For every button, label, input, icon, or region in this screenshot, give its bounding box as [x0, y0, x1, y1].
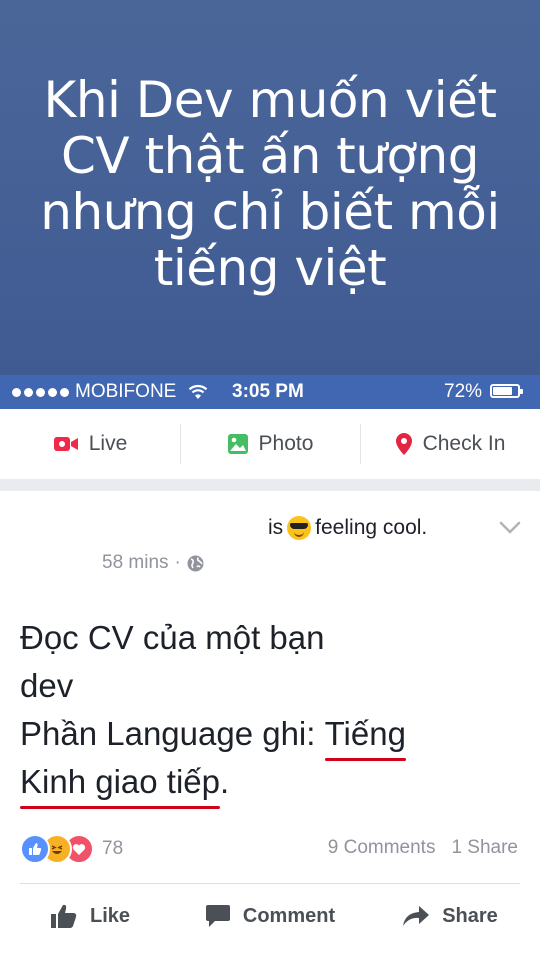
- meme-banner: Khi Dev muốn viết CV thật ấn tượng nhưng…: [0, 0, 540, 375]
- post-body-text: .: [219, 763, 230, 800]
- photo-icon: [227, 434, 248, 454]
- feeling-text: feeling cool.: [315, 516, 428, 539]
- comment-bubble-icon: [205, 905, 230, 927]
- check-in-label: Check In: [422, 432, 506, 455]
- post-action-bar: Like Comment Share: [0, 884, 540, 948]
- live-button[interactable]: Live: [0, 409, 180, 479]
- check-in-button[interactable]: Check In: [360, 409, 540, 479]
- reaction-count: 78: [102, 838, 124, 859]
- chevron-down-icon[interactable]: [499, 521, 521, 535]
- feeling-prefix: is: [268, 516, 284, 539]
- globe-icon: [187, 555, 204, 571]
- like-button[interactable]: Like: [0, 884, 180, 948]
- battery-percent: 72%: [444, 381, 483, 402]
- post-body-line: dev: [20, 667, 74, 704]
- like-reaction-icon: [20, 834, 50, 864]
- post-card: is feeling cool. 58 mins · Đọc CV của mộ…: [0, 491, 540, 960]
- shares-count-link[interactable]: 1 Share: [451, 837, 518, 859]
- photo-label: Photo: [258, 432, 314, 455]
- comment-button[interactable]: Comment: [180, 884, 360, 948]
- post-timestamp[interactable]: 58 mins: [102, 552, 169, 574]
- post-body: Đọc CV của một bạn dev Phần Language ghi…: [20, 614, 520, 809]
- post-header: is feeling cool. 58 mins ·: [0, 491, 540, 583]
- post-meta: 58 mins ·: [102, 552, 204, 574]
- carrier-name: MOBIFONE: [75, 381, 177, 402]
- share-arrow-icon: [403, 906, 430, 926]
- wifi-icon: [189, 384, 208, 399]
- meme-caption-line: Khi Dev muốn viết: [43, 70, 497, 129]
- signal-strength-icon: [12, 387, 69, 397]
- meme-caption: Khi Dev muốn viết CV thật ấn tượng nhưng…: [10, 72, 530, 296]
- video-camera-icon: [53, 437, 78, 451]
- like-label: Like: [89, 904, 131, 927]
- thumbs-up-icon: [50, 904, 77, 928]
- post-body-text: Phần Language ghi:: [20, 715, 325, 752]
- photo-button[interactable]: Photo: [180, 409, 360, 479]
- composer-action-bar: Live Photo Check In: [0, 409, 540, 479]
- meme-caption-line: CV thật ấn tượng: [61, 126, 479, 185]
- battery-icon: [490, 384, 523, 398]
- meta-separator: ·: [174, 552, 181, 573]
- feeling-status: is feeling cool.: [268, 516, 427, 540]
- location-pin-icon: [395, 433, 412, 455]
- share-button[interactable]: Share: [360, 884, 540, 948]
- meme-caption-line: tiếng việt: [153, 238, 387, 297]
- engagement-counts: 9 Comments 1 Share: [328, 837, 518, 859]
- status-bar: MOBIFONE 3:05 PM 72%: [0, 375, 540, 409]
- post-body-line: Đọc CV của một bạn: [20, 619, 325, 656]
- underlined-text: Tiếng: [324, 710, 407, 761]
- comments-count-link[interactable]: 9 Comments: [328, 837, 436, 859]
- underlined-text: Kinh giao tiếp: [20, 758, 220, 809]
- clock: 3:05 PM: [232, 381, 304, 402]
- live-label: Live: [88, 432, 128, 455]
- sunglasses-emoji-icon: [287, 516, 312, 540]
- post-body-line: Phần Language ghi: Tiếng: [20, 710, 520, 761]
- share-label: Share: [442, 904, 498, 927]
- post-body-line: Kinh giao tiếp.: [20, 758, 520, 809]
- comment-label: Comment: [242, 904, 336, 927]
- meme-caption-line: nhưng chỉ biết mỗi: [40, 182, 500, 241]
- reactions-summary[interactable]: 78: [20, 834, 123, 864]
